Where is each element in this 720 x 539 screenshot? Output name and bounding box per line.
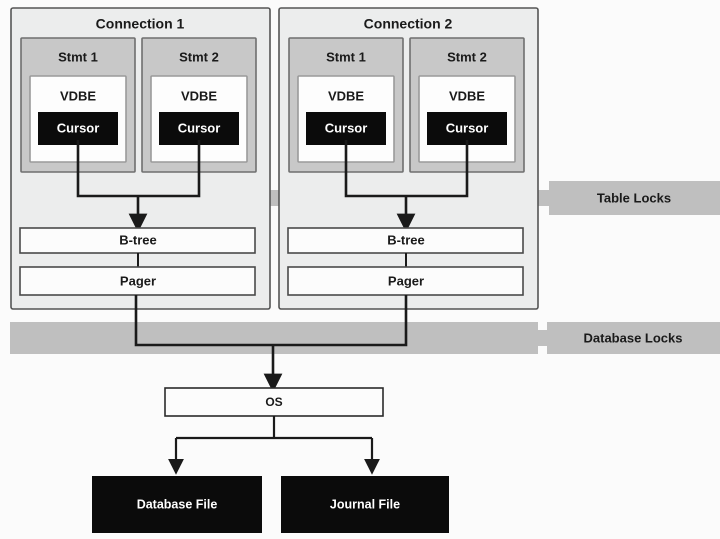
journal-file-node[interactable]: Journal File bbox=[281, 476, 449, 533]
stmt-label: Stmt 1 bbox=[58, 49, 98, 64]
vdbe-label: VDBE bbox=[449, 88, 485, 103]
connection-1-btree-label: B-tree bbox=[119, 232, 157, 247]
vdbe-label: VDBE bbox=[60, 88, 96, 103]
database-file-node[interactable]: Database File bbox=[92, 476, 262, 533]
connection-1-group[interactable]: Connection 1 Stmt 1 VDBE Cursor Stmt 2 V… bbox=[10, 7, 271, 310]
cursor-label: Cursor bbox=[446, 120, 489, 135]
stmt-label: Stmt 2 bbox=[179, 49, 219, 64]
vdbe-label: VDBE bbox=[181, 88, 217, 103]
database-file-label: Database File bbox=[137, 497, 218, 511]
cursor-label: Cursor bbox=[57, 120, 100, 135]
database-locks-label: Database Locks bbox=[584, 330, 683, 345]
journal-file-label: Journal File bbox=[330, 497, 400, 511]
diagram-canvas: Table Locks Connection 1 Stmt 1 VDBE Cur… bbox=[0, 0, 720, 539]
connection-1-title: Connection 1 bbox=[96, 16, 185, 32]
stmt-label: Stmt 2 bbox=[447, 49, 487, 64]
os-to-files-arrows bbox=[168, 416, 380, 475]
os-label: OS bbox=[265, 395, 282, 409]
connection-2-btree-label: B-tree bbox=[387, 232, 425, 247]
stmt-label: Stmt 1 bbox=[326, 49, 366, 64]
connection-2-group[interactable]: Connection 2 Stmt 1 VDBE Cursor Stmt 2 V… bbox=[278, 7, 539, 310]
vdbe-label: VDBE bbox=[328, 88, 364, 103]
connection-1-pager-label: Pager bbox=[120, 273, 156, 288]
cursor-label: Cursor bbox=[325, 120, 368, 135]
table-locks-label: Table Locks bbox=[597, 190, 671, 205]
cursor-label: Cursor bbox=[178, 120, 221, 135]
sqlite-architecture-diagram: Table Locks Connection 1 Stmt 1 VDBE Cur… bbox=[10, 7, 720, 533]
database-locks-bar: Database Locks bbox=[10, 322, 720, 354]
connection-2-pager-label: Pager bbox=[388, 273, 424, 288]
connection-2-title: Connection 2 bbox=[364, 16, 453, 32]
